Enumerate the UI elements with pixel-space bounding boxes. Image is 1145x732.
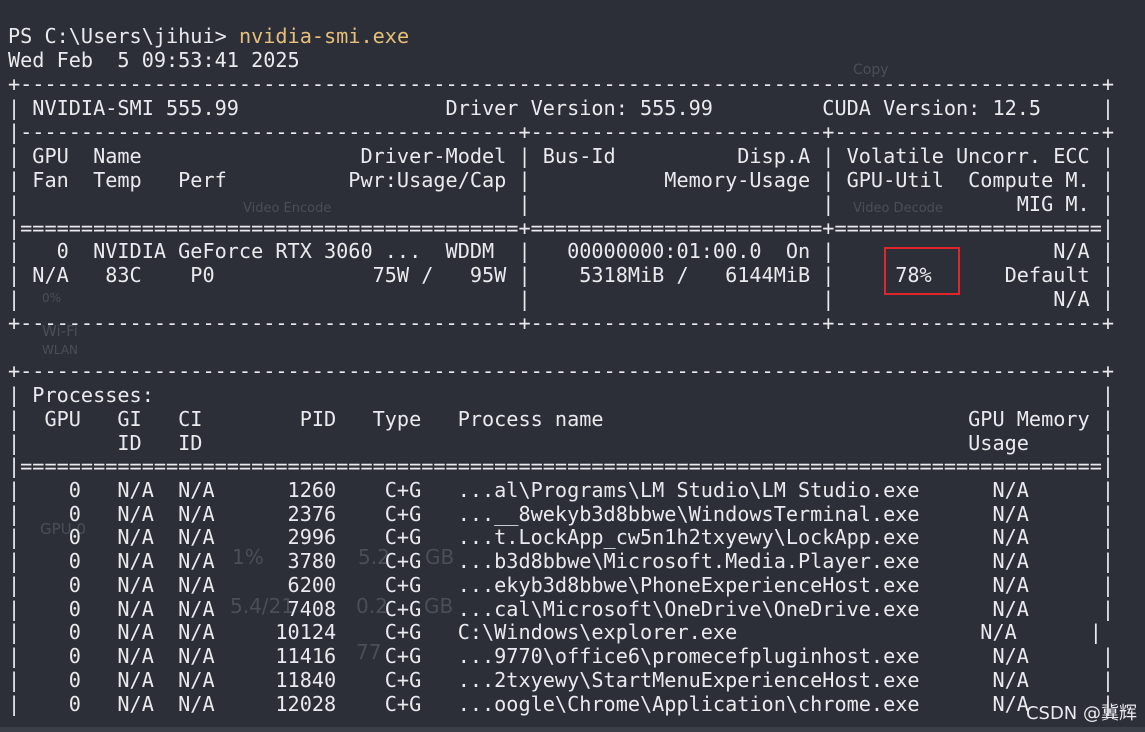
- timestamp-line: Wed Feb 5 09:53:41 2025: [8, 48, 300, 72]
- process-row: | 0 N/A N/A 2996 C+G ...t.LockApp_cw5n1h…: [8, 525, 1115, 549]
- smi-version-line: | NVIDIA-SMI 555.99 Driver Version: 555.…: [8, 96, 1115, 120]
- process-row: | 0 N/A N/A 11416 C+G ...9770\office6\pr…: [8, 644, 1115, 668]
- table-border: |---------------------------------------…: [8, 120, 1115, 144]
- prompt-line: PS C:\Users\jihui> nvidia-smi.exe: [8, 24, 409, 48]
- command-text: nvidia-smi.exe: [238, 24, 410, 48]
- process-row: | 0 N/A N/A 1260 C+G ...al\Programs\LM S…: [8, 478, 1115, 502]
- gpu-header-line: | GPU Name Driver-Model | Bus-Id Disp.A …: [8, 144, 1115, 168]
- table-border: +---------------------------------------…: [8, 359, 1115, 383]
- processes-title: | Processes: |: [8, 383, 1115, 407]
- prompt-text: PS C:\Users\jihui>: [8, 24, 239, 48]
- gpu-header-line: | | | MIG M. |: [8, 192, 1115, 216]
- table-border: |=======================================…: [8, 454, 1115, 478]
- csdn-watermark: CSDN @冀辉: [1025, 703, 1137, 724]
- table-border: +---------------------------------------…: [8, 72, 1115, 96]
- table-border: |=======================================…: [8, 216, 1115, 240]
- terminal-window[interactable]: Copy Video Encode Video Decode 0% Wi-Fi …: [0, 0, 1145, 732]
- process-row: | 0 N/A N/A 7408 C+G ...cal\Microsoft\On…: [8, 597, 1115, 621]
- window-bottom-edge: [0, 727, 1145, 732]
- gpu-util-highlight-box: [884, 247, 960, 295]
- process-row: | 0 N/A N/A 12028 C+G ...oogle\Chrome\Ap…: [8, 692, 1115, 716]
- process-row: | 0 N/A N/A 2376 C+G ...__8wekyb3d8bbwe\…: [8, 502, 1115, 526]
- table-border: +---------------------------------------…: [8, 311, 1115, 335]
- process-row: | 0 N/A N/A 3780 C+G ...b3d8bbwe\Microso…: [8, 549, 1115, 573]
- ghost-label: WLAN: [42, 343, 79, 357]
- processes-header-line: | ID ID Usage |: [8, 431, 1115, 455]
- process-row: | 0 N/A N/A 10124 C+G C:\Windows\explore…: [8, 620, 1102, 644]
- gpu-header-line: | Fan Temp Perf Pwr:Usage/Cap | Memory-U…: [8, 168, 1115, 192]
- process-row: | 0 N/A N/A 11840 C+G ...2txyewy\StartMe…: [8, 668, 1115, 692]
- process-row: | 0 N/A N/A 6200 C+G ...ekyb3d8bbwe\Phon…: [8, 573, 1115, 597]
- processes-header-line: | GPU GI CI PID Type Process name GPU Me…: [8, 407, 1115, 431]
